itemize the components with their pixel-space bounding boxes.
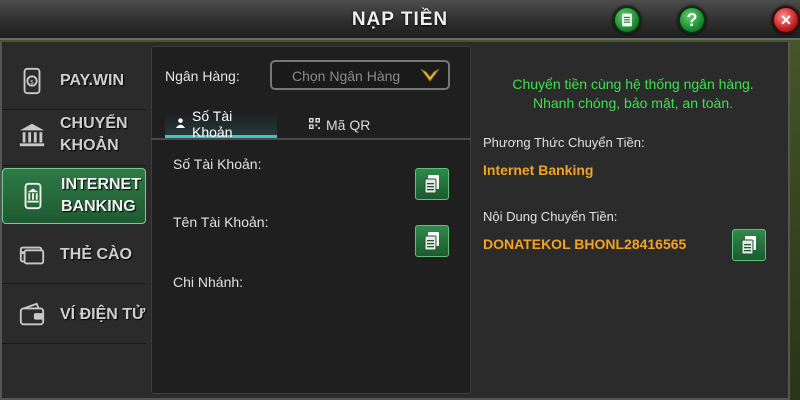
copy-account-name-button[interactable] [415, 225, 449, 257]
tab-label: Số Tài Khoản [192, 107, 233, 140]
wallet-icon [12, 295, 52, 335]
sidebar-item-the-cao[interactable]: THẺ CÀO [2, 226, 146, 284]
mobile-bank-icon [13, 176, 53, 216]
tab-qr-code[interactable]: Mã QR [299, 112, 380, 138]
transfer-content-value: DONATEKOL BHONL28416565 [483, 236, 687, 252]
account-name-label: Tên Tài Khoản: [173, 214, 269, 230]
svg-text:$: $ [30, 77, 34, 85]
sidebar-item-internet-banking[interactable]: INTERNET BANKING [2, 168, 146, 224]
form-tab-bar: Số Tài Khoản Mã QR [151, 108, 471, 140]
tab-account-number[interactable]: Số Tài Khoản [165, 108, 277, 140]
chevron-down-icon [420, 68, 440, 82]
history-document-icon[interactable] [613, 6, 641, 34]
sidebar-item-label: BANKING [61, 198, 136, 215]
sidebar-item-label: INTERNET [61, 176, 141, 193]
sidebar-item-label: PAY.WIN [60, 71, 125, 89]
qr-code-icon [309, 118, 320, 132]
info-line-2: Nhanh chóng, bảo mật, an toàn. [532, 95, 734, 111]
sidebar-item-label: CHUYỂN [60, 114, 128, 132]
bank-icon [12, 115, 52, 155]
copy-icon [424, 175, 439, 194]
header-bar: NẠP TIỀN ? × [0, 0, 800, 40]
copy-icon [424, 232, 439, 251]
copy-account-number-button[interactable] [415, 168, 449, 200]
sidebar-item-chuyen-khoan[interactable]: CHUYỂN KHOẢN [2, 104, 146, 166]
sidebar-item-label: VÍ ĐIỆN TỬ [60, 305, 146, 323]
info-line-1: Chuyển tiền cùng hệ thống ngân hàng. [512, 76, 754, 92]
transfer-content-label: Nội Dung Chuyển Tiền: [483, 209, 618, 224]
sidebar-item-label: KHOẢN [60, 136, 119, 154]
copy-transfer-content-button[interactable] [732, 229, 766, 261]
bank-select-placeholder: Chọn Ngân Hàng [292, 68, 401, 84]
transfer-method-value: Internet Banking [483, 162, 594, 178]
card-icon [12, 235, 52, 275]
sidebar-item-label: THẺ CÀO [60, 245, 132, 263]
payment-method-sidebar: $ PAY.WIN CHUYỂN KHOẢN INTERNET BANKING … [2, 52, 146, 382]
bank-label: Ngân Hàng: [165, 68, 240, 84]
user-icon [175, 117, 186, 131]
branch-label: Chi Nhánh: [173, 274, 244, 290]
sidebar-item-vi-dien-tu[interactable]: VÍ ĐIỆN TỬ [2, 286, 146, 344]
account-number-label: Số Tài Khoản: [173, 156, 262, 172]
tab-label: Mã QR [326, 117, 371, 133]
transfer-method-label: Phương Thức Chuyển Tiền: [483, 135, 645, 150]
help-icon[interactable]: ? [678, 6, 706, 34]
close-icon[interactable]: × [772, 6, 800, 34]
phone-coin-icon: $ [12, 61, 52, 101]
copy-icon [741, 236, 756, 255]
sidebar-item-paywin[interactable]: $ PAY.WIN [2, 52, 146, 110]
bank-select-dropdown[interactable]: Chọn Ngân Hàng [270, 60, 450, 90]
